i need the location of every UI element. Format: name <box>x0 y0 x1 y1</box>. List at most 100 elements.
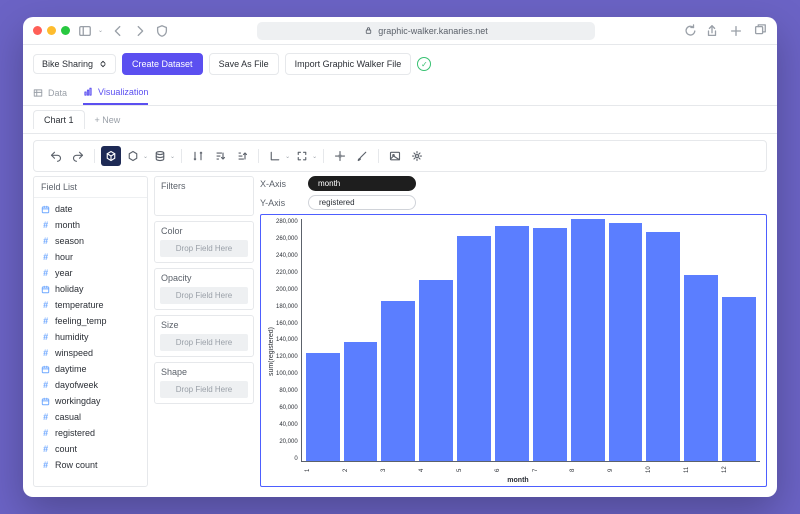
field-item[interactable]: holiday <box>34 281 147 297</box>
number-icon: # <box>41 221 50 230</box>
y-axis-shelf[interactable]: Y-Axis registered <box>260 195 767 210</box>
undo-icon[interactable] <box>46 146 66 166</box>
field-item[interactable]: workingday <box>34 393 147 409</box>
field-name: count <box>55 444 77 454</box>
x-axis-shelf[interactable]: X-Axis month <box>260 176 767 191</box>
tabs-overview-icon[interactable] <box>753 24 767 38</box>
field-item[interactable]: #hour <box>34 249 147 265</box>
bar[interactable] <box>533 228 567 461</box>
import-file-button[interactable]: Import Graphic Walker File <box>285 53 412 75</box>
y-axis-field-pill[interactable]: registered <box>308 195 416 210</box>
minimize-window-icon[interactable] <box>47 26 56 35</box>
nav-forward-icon[interactable] <box>133 24 147 38</box>
dataset-header: Bike Sharing Create Dataset Save As File… <box>23 45 777 81</box>
bar[interactable] <box>381 301 415 461</box>
number-icon: # <box>41 301 50 310</box>
field-list: date#month#season#hour#yearholiday#tempe… <box>34 198 147 486</box>
number-icon: # <box>41 429 50 438</box>
axes-toggle-icon[interactable] <box>265 146 285 166</box>
mark-cube-icon[interactable] <box>101 146 121 166</box>
sort-desc-icon[interactable] <box>232 146 252 166</box>
stack-icon[interactable] <box>150 146 170 166</box>
maximize-window-icon[interactable] <box>61 26 70 35</box>
x-axis-ticks: 123456789101112 <box>301 464 760 476</box>
size-shelf[interactable]: Size Drop Field Here <box>154 315 254 357</box>
color-dropzone[interactable]: Drop Field Here <box>160 240 248 257</box>
bar[interactable] <box>684 275 718 461</box>
sort-asc-icon[interactable] <box>210 146 230 166</box>
field-item[interactable]: #humidity <box>34 329 147 345</box>
bar[interactable] <box>495 226 529 461</box>
bar[interactable] <box>419 280 453 462</box>
x-tick: 8 <box>570 464 604 476</box>
bar[interactable] <box>344 342 378 461</box>
field-name: casual <box>55 412 81 422</box>
tab-visualization[interactable]: Visualization <box>83 81 148 105</box>
transpose-icon[interactable] <box>188 146 208 166</box>
field-item[interactable]: #month <box>34 217 147 233</box>
x-axis-label: X-Axis <box>260 179 300 189</box>
field-item[interactable]: date <box>34 201 147 217</box>
sidebar-toggle-icon[interactable] <box>78 24 92 38</box>
field-list-title: Field List <box>34 177 147 198</box>
bar[interactable] <box>646 232 680 461</box>
bar[interactable] <box>722 297 756 461</box>
x-tick: 12 <box>722 464 756 476</box>
redo-icon[interactable] <box>68 146 88 166</box>
field-item[interactable]: #dayofweek <box>34 377 147 393</box>
number-icon: # <box>41 253 50 262</box>
fit-screen-icon[interactable] <box>292 146 312 166</box>
shape-dropzone[interactable]: Drop Field Here <box>160 381 248 398</box>
share-icon[interactable] <box>705 24 719 38</box>
filters-shelf[interactable]: Filters <box>154 176 254 216</box>
nav-back-icon[interactable] <box>111 24 125 38</box>
shield-icon[interactable] <box>155 24 169 38</box>
settings-icon[interactable] <box>407 146 427 166</box>
color-shelf[interactable]: Color Drop Field Here <box>154 221 254 263</box>
size-dropzone[interactable]: Drop Field Here <box>160 334 248 351</box>
bar[interactable] <box>571 219 605 461</box>
shape-shelf[interactable]: Shape Drop Field Here <box>154 362 254 404</box>
coordinate-icon[interactable] <box>330 146 350 166</box>
address-bar[interactable]: graphic-walker.kanaries.net <box>257 22 595 40</box>
add-chart-tab[interactable]: + New <box>85 111 131 129</box>
field-item[interactable]: #casual <box>34 409 147 425</box>
window-controls <box>33 26 70 35</box>
field-item[interactable]: daytime <box>34 361 147 377</box>
field-item[interactable]: #registered <box>34 425 147 441</box>
status-ok-icon: ✓ <box>417 57 431 71</box>
bar[interactable] <box>306 353 340 461</box>
field-item[interactable]: #year <box>34 265 147 281</box>
field-item[interactable]: #winspeed <box>34 345 147 361</box>
field-name: feeling_temp <box>55 316 107 326</box>
reload-icon[interactable] <box>683 24 697 38</box>
mark-auto-icon[interactable] <box>123 146 143 166</box>
bar[interactable] <box>609 223 643 461</box>
close-window-icon[interactable] <box>33 26 42 35</box>
bar[interactable] <box>457 236 491 461</box>
chart-tab-bar: Chart 1 + New <box>23 106 777 134</box>
field-name: year <box>55 268 73 278</box>
x-tick: 6 <box>495 464 529 476</box>
field-item[interactable]: #feeling_temp <box>34 313 147 329</box>
new-tab-icon[interactable] <box>729 24 743 38</box>
save-as-file-button[interactable]: Save As File <box>209 53 279 75</box>
opacity-shelf[interactable]: Opacity Drop Field Here <box>154 268 254 310</box>
create-dataset-button[interactable]: Create Dataset <box>122 53 203 75</box>
field-item[interactable]: #season <box>34 233 147 249</box>
dataset-select[interactable]: Bike Sharing <box>33 54 116 74</box>
field-item[interactable]: #count <box>34 441 147 457</box>
y-tick: 80,000 <box>279 388 297 394</box>
field-name: dayofweek <box>55 380 98 390</box>
brush-icon[interactable] <box>352 146 372 166</box>
export-image-icon[interactable] <box>385 146 405 166</box>
field-item[interactable]: #temperature <box>34 297 147 313</box>
field-name: holiday <box>55 284 84 294</box>
dropdown-caret-icon[interactable]: ⌄ <box>98 27 103 34</box>
tab-data[interactable]: Data <box>33 81 67 105</box>
x-axis-field-pill[interactable]: month <box>308 176 416 191</box>
field-item[interactable]: #Row count <box>34 457 147 473</box>
url-text: graphic-walker.kanaries.net <box>378 26 488 36</box>
opacity-dropzone[interactable]: Drop Field Here <box>160 287 248 304</box>
chart-tab-1[interactable]: Chart 1 <box>33 110 85 129</box>
